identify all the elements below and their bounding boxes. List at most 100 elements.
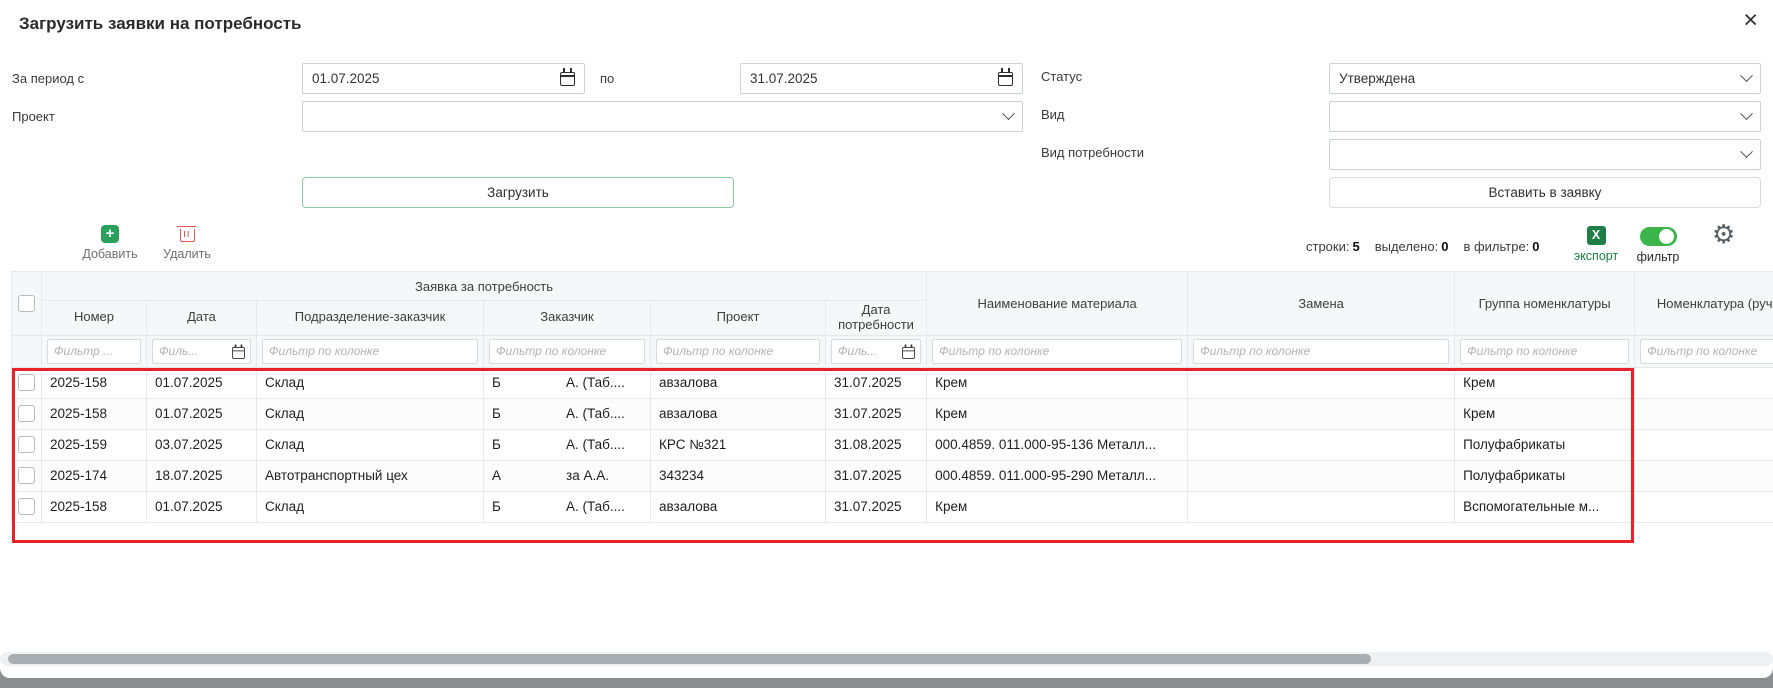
column-header-customer[interactable]: Заказчик <box>484 301 651 336</box>
cell-nomen-group: Полуфабрикаты <box>1455 429 1635 460</box>
close-icon[interactable]: × <box>1743 8 1758 33</box>
table-body: 2025-158 01.07.2025 Склад Б А. (Таб.... … <box>12 367 1773 522</box>
cell-project: авзалова <box>651 367 826 398</box>
customer-code: А <box>492 468 566 483</box>
cell-division: Склад <box>257 398 484 429</box>
table-row[interactable]: 2025-158 01.07.2025 Склад Б А. (Таб.... … <box>12 398 1773 429</box>
chevron-down-icon <box>1002 107 1015 120</box>
customer-code: Б <box>492 437 566 452</box>
cell-customer: Б А. (Таб.... <box>484 367 651 398</box>
group-header: Заявка за потребность <box>42 272 927 301</box>
cell-material: 000.4859. 011.000-95-136 Металл... <box>927 429 1188 460</box>
cell-customer: Б А. (Таб.... <box>484 398 651 429</box>
cell-replacement <box>1188 367 1455 398</box>
date-from-input[interactable]: 01.07.2025 <box>302 63 585 94</box>
date-to-value: 31.07.2025 <box>750 71 818 86</box>
column-header-replacement[interactable]: Замена <box>1188 272 1455 336</box>
filter-project-input[interactable] <box>656 339 820 364</box>
project-select[interactable] <box>302 101 1023 132</box>
cell-division: Склад <box>257 491 484 522</box>
table-row[interactable]: 2025-159 03.07.2025 Склад Б А. (Таб.... … <box>12 429 1773 460</box>
select-all-checkbox[interactable] <box>18 295 35 312</box>
row-checkbox-cell <box>12 367 42 398</box>
date-to-input[interactable]: 31.07.2025 <box>740 63 1023 94</box>
cell-nomen-group: Крем <box>1455 367 1635 398</box>
customer-code: Б <box>492 499 566 514</box>
row-checkbox[interactable] <box>18 467 35 484</box>
kind-select[interactable] <box>1329 101 1761 132</box>
filter-nomenclature-input[interactable] <box>1640 339 1773 364</box>
cell-project: авзалова <box>651 491 826 522</box>
row-checkbox[interactable] <box>18 374 35 391</box>
cell-replacement <box>1188 429 1455 460</box>
customer-name: А. (Таб.... <box>566 499 625 514</box>
status-select[interactable]: Утверждена <box>1329 63 1761 94</box>
cell-date: 01.07.2025 <box>147 491 257 522</box>
customer-name: за А.А. <box>566 468 609 483</box>
column-header-need-date[interactable]: Дата потребности <box>826 301 927 336</box>
requests-grid: Заявка за потребность Наименование матер… <box>11 271 1773 523</box>
column-header-nomenclature[interactable]: Номенклатура (руч. ввод) <box>1635 272 1773 336</box>
table-row[interactable]: 2025-174 18.07.2025 Автотранспортный цех… <box>12 460 1773 491</box>
column-header-date[interactable]: Дата <box>147 301 257 336</box>
cell-nomenclature <box>1635 491 1773 522</box>
customer-name: А. (Таб.... <box>566 406 625 421</box>
gear-icon[interactable]: ⚙ <box>1712 221 1735 247</box>
horizontal-scrollbar-track[interactable] <box>0 652 1773 666</box>
cell-number: 2025-174 <box>42 460 147 491</box>
cell-number: 2025-159 <box>42 429 147 460</box>
filter-replacement-input[interactable] <box>1193 339 1449 364</box>
load-button[interactable]: Загрузить <box>302 177 734 208</box>
cell-need-date: 31.07.2025 <box>826 460 927 491</box>
column-header-material[interactable]: Наименование материала <box>927 272 1188 336</box>
table-row[interactable]: 2025-158 01.07.2025 Склад Б А. (Таб.... … <box>12 367 1773 398</box>
row-checkbox[interactable] <box>18 436 35 453</box>
add-button[interactable]: + Добавить <box>74 224 146 261</box>
filter-row <box>12 335 1773 367</box>
filter-material-input[interactable] <box>932 339 1182 364</box>
status-value: Утверждена <box>1339 71 1415 86</box>
cell-project: КРС №321 <box>651 429 826 460</box>
cell-nomenclature <box>1635 429 1773 460</box>
customer-code: Б <box>492 406 566 421</box>
export-button[interactable]: X экспорт <box>1568 226 1624 263</box>
filter-toggle-label: фильтр <box>1637 250 1680 264</box>
insert-into-request-button[interactable]: Вставить в заявку <box>1329 177 1761 208</box>
filter-customer-input[interactable] <box>489 339 645 364</box>
delete-label: Удалить <box>163 247 211 261</box>
filter-number-input[interactable] <box>47 339 141 364</box>
cell-project: авзалова <box>651 398 826 429</box>
table-row[interactable]: 2025-158 01.07.2025 Склад Б А. (Таб.... … <box>12 491 1773 522</box>
row-checkbox[interactable] <box>18 405 35 422</box>
column-header-nomen-group[interactable]: Группа номенклатуры <box>1455 272 1635 336</box>
cell-date: 18.07.2025 <box>147 460 257 491</box>
add-label: Добавить <box>82 247 137 261</box>
load-requests-modal: Загрузить заявки на потребность × За пер… <box>0 0 1773 678</box>
row-checkbox-cell <box>12 491 42 522</box>
customer-code: Б <box>492 375 566 390</box>
filter-division-input[interactable] <box>262 339 478 364</box>
need-kind-select[interactable] <box>1329 139 1761 170</box>
calendar-icon[interactable] <box>232 347 245 359</box>
select-all-cell <box>12 272 42 336</box>
calendar-icon[interactable] <box>560 72 575 86</box>
column-header-project[interactable]: Проект <box>651 301 826 336</box>
cell-material: Крем <box>927 367 1188 398</box>
column-header-number[interactable]: Номер <box>42 301 147 336</box>
calendar-icon[interactable] <box>998 72 1013 86</box>
chevron-down-icon <box>1740 107 1753 120</box>
filter-toggle[interactable]: фильтр <box>1628 227 1688 264</box>
row-checkbox-cell <box>12 398 42 429</box>
horizontal-scrollbar-thumb[interactable] <box>8 654 1371 664</box>
calendar-icon[interactable] <box>902 347 915 359</box>
cell-nomenclature <box>1635 460 1773 491</box>
add-icon: + <box>101 225 119 243</box>
chevron-down-icon <box>1740 145 1753 158</box>
row-checkbox[interactable] <box>18 498 35 515</box>
column-header-division[interactable]: Подразделение-заказчик <box>257 301 484 336</box>
delete-button[interactable]: Удалить <box>152 224 222 261</box>
period-to-label: по <box>600 71 614 86</box>
in-filter-counter: в фильтре:0 <box>1463 239 1539 254</box>
filter-nomen-group-input[interactable] <box>1460 339 1629 364</box>
toggle-on-icon[interactable] <box>1640 227 1677 246</box>
